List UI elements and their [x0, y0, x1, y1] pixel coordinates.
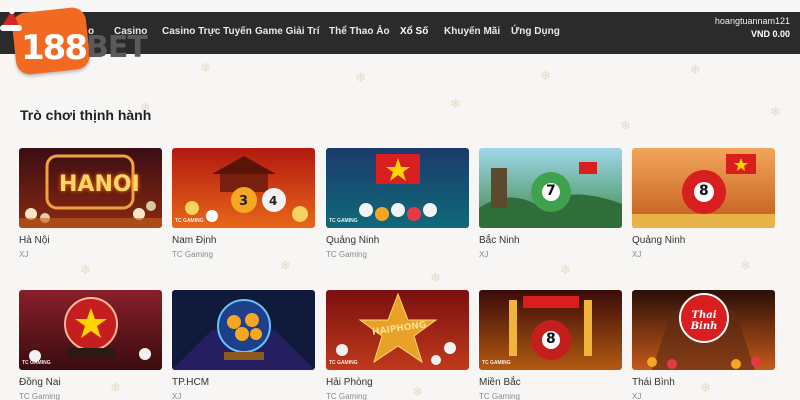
account-username[interactable]: hoangtuannam121 [715, 16, 790, 26]
snowflake-icon: ❄ [540, 68, 551, 83]
nav-item-xo-so[interactable]: Xổ Số [400, 26, 428, 37]
svg-text:3: 3 [239, 194, 248, 209]
game-thumbnail[interactable]: Thai Binh [632, 290, 775, 370]
snowflake-icon: ❄ [740, 258, 751, 273]
game-card[interactable]: HAIPHONG TC GAMING Hải Phòng TC Gaming [326, 290, 469, 400]
game-card[interactable]: TP.HCM XJ [172, 290, 315, 400]
game-name[interactable]: Miền Bắc [479, 377, 622, 388]
game-card[interactable]: 8 TC GAMING Miền Bắc TC Gaming [479, 290, 622, 400]
game-card[interactable]: TC GAMING Đồng Nai TC Gaming [19, 290, 162, 400]
provider-watermark: TC GAMING [329, 360, 358, 366]
game-provider: TC Gaming [172, 250, 213, 259]
game-thumbnail[interactable]: HAIPHONG TC GAMING [326, 290, 469, 370]
thumb-label: Thai Binh [690, 310, 718, 332]
game-name[interactable]: Hà Nội [19, 235, 162, 246]
game-card[interactable]: HANOI Hà Nội XJ [19, 148, 162, 259]
game-name[interactable]: Bắc Ninh [479, 235, 622, 246]
game-provider: XJ [19, 250, 29, 259]
game-thumbnail[interactable]: 8 [632, 148, 775, 228]
game-provider: TC Gaming [326, 250, 367, 259]
provider-watermark: TC GAMING [329, 218, 358, 224]
game-thumbnail[interactable]: 7 [479, 148, 622, 228]
game-provider: XJ [172, 392, 182, 400]
snowflake-icon: ❄ [355, 70, 366, 85]
game-name[interactable]: Thái Bình [632, 377, 775, 388]
game-card[interactable]: 3 4 TC GAMING Nam Định TC Gaming [172, 148, 315, 259]
snowflake-icon: ❄ [620, 118, 631, 133]
logo-text-word: BET [86, 30, 148, 65]
game-provider: XJ [479, 250, 489, 259]
thumb-label: 7 [546, 183, 556, 199]
game-thumbnail[interactable]: HANOI [19, 148, 162, 228]
provider-watermark: TC GAMING [175, 218, 204, 224]
game-card[interactable]: 7 Bắc Ninh XJ [479, 148, 622, 259]
account-panel[interactable]: hoangtuannam121 VND 0.00 [715, 16, 790, 39]
game-provider: XJ [632, 250, 642, 259]
game-thumbnail[interactable]: TC GAMING [19, 290, 162, 370]
snowflake-icon: ❄ [450, 96, 461, 111]
game-name[interactable]: Quảng Ninh [632, 235, 775, 246]
game-provider: XJ [632, 392, 642, 400]
snowflake-icon: ❄ [80, 262, 91, 277]
nav-item-casino-truc-tuyen[interactable]: Casino Trực Tuyến [162, 26, 252, 37]
snowflake-icon: ❄ [770, 104, 781, 119]
snowflake-icon: ❄ [200, 60, 211, 75]
nav-item-ung-dung[interactable]: Ứng Dụng [511, 26, 560, 37]
brand-logo[interactable]: 188 BET [0, 0, 150, 76]
nav-item-game-giai-tri[interactable]: Game Giải Trí [255, 26, 319, 37]
section-title: Trò chơi thịnh hành [20, 107, 152, 123]
thumb-label: 8 [546, 331, 556, 347]
snowflake-icon: ❄ [560, 262, 571, 277]
game-name[interactable]: Nam Định [172, 235, 315, 246]
provider-watermark: TC GAMING [22, 360, 51, 366]
thumb-label: HANOI [59, 172, 140, 197]
provider-watermark: TC GAMING [482, 360, 511, 366]
snowflake-icon: ❄ [280, 258, 291, 273]
game-thumbnail[interactable]: 8 TC GAMING [479, 290, 622, 370]
nav-item-khuyen-mai[interactable]: Khuyến Mãi [444, 26, 500, 37]
game-name[interactable]: Quảng Ninh [326, 235, 469, 246]
thumb-label: 8 [699, 183, 709, 199]
game-name[interactable]: Đồng Nai [19, 377, 162, 388]
game-card[interactable]: Thai Binh Thái Bình XJ [632, 290, 775, 400]
svg-text:4: 4 [269, 194, 277, 208]
game-name[interactable]: Hải Phòng [326, 377, 469, 388]
game-provider: TC Gaming [326, 392, 367, 400]
game-provider: TC Gaming [479, 392, 520, 400]
game-provider: TC Gaming [19, 392, 60, 400]
snowflake-icon: ❄ [690, 62, 701, 77]
game-card[interactable]: TC GAMING Quảng Ninh TC Gaming [326, 148, 469, 259]
santa-hat-icon [0, 8, 22, 31]
game-name[interactable]: TP.HCM [172, 377, 315, 388]
game-thumbnail[interactable]: TC GAMING [326, 148, 469, 228]
account-balance: VND 0.00 [750, 29, 790, 39]
logo-text-number: 188 [21, 28, 88, 68]
game-thumbnail[interactable]: 3 4 TC GAMING [172, 148, 315, 228]
game-thumbnail[interactable] [172, 290, 315, 370]
nav-item-the-thao-ao[interactable]: Thể Thao Ảo [329, 26, 390, 37]
snowflake-icon: ❄ [430, 270, 441, 285]
game-card[interactable]: 8 Quảng Ninh XJ [632, 148, 775, 259]
